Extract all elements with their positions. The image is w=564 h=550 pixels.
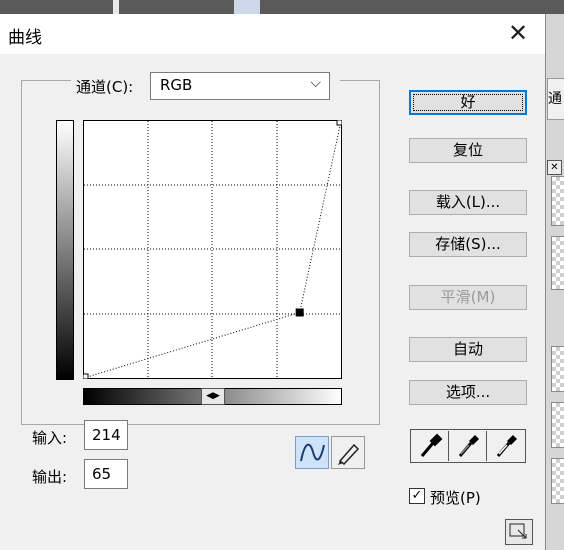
layer-thumbnail [551, 458, 564, 504]
background-app-topbar [0, 0, 564, 14]
gray-eyedropper-icon[interactable] [449, 431, 487, 461]
reset-button[interactable]: 复位 [409, 138, 527, 163]
dialog-title: 曲线 [8, 28, 42, 48]
layer-thumbnail [551, 402, 564, 448]
curve-graph[interactable] [83, 120, 342, 379]
layer-thumbnail [551, 176, 564, 226]
white-eyedropper-icon[interactable] [487, 431, 524, 461]
background-strip [113, 0, 119, 14]
chevron-down-icon: ⌵ [310, 75, 321, 91]
output-label: 输出: [32, 468, 68, 486]
curve-point[interactable] [295, 308, 304, 317]
checkmark-icon: ✓ [411, 488, 423, 503]
gradient-toggle-icon[interactable]: ◀▶ [201, 388, 225, 405]
expand-icon[interactable] [505, 519, 533, 545]
output-field[interactable]: 65 [84, 459, 128, 489]
input-field[interactable]: 214 [84, 420, 128, 450]
curve-point[interactable] [336, 120, 342, 126]
title-bar: 曲线 ✕ [0, 14, 545, 54]
smooth-button[interactable]: 平滑(M) [409, 285, 527, 310]
ok-button[interactable]: 好 [409, 90, 527, 115]
auto-button[interactable]: 自动 [409, 337, 527, 362]
input-label: 输入: [32, 429, 68, 447]
channel-select[interactable]: RGB ⌵ [150, 72, 330, 100]
curve-icon[interactable] [295, 436, 329, 469]
focus-ring [413, 94, 523, 111]
black-eyedropper-icon[interactable] [411, 431, 449, 461]
curves-dialog: 曲线 ✕ 通道(C): RGB ⌵ ◀▶ 输入: 214 输出: 65 好 复位… [0, 14, 546, 550]
channel-value: RGB [160, 76, 193, 94]
pencil-icon[interactable] [331, 436, 365, 469]
graph-frame [83, 120, 342, 379]
curve-point[interactable] [83, 373, 89, 379]
channel-label: 通道(C): [76, 78, 134, 96]
background-panel-tab: 通 [547, 78, 564, 120]
preview-checkbox[interactable]: ✓ [409, 488, 425, 504]
save-button[interactable]: 存储(S)... [409, 232, 527, 257]
layer-thumbnail [551, 236, 564, 290]
layer-thumbnail [551, 346, 564, 392]
eyedropper-group [410, 429, 526, 463]
input-gradient-bar: ◀▶ [83, 388, 342, 405]
close-icon[interactable]: ✕ [503, 18, 533, 48]
load-button[interactable]: 载入(L)... [409, 190, 527, 215]
curve-tool-group [295, 436, 367, 470]
output-gradient-bar [56, 120, 74, 380]
options-button[interactable]: 选项... [409, 380, 527, 405]
background-strip [234, 0, 260, 14]
preview-label: 预览(P) [430, 489, 481, 507]
background-close-icon: ✕ [547, 160, 562, 175]
background-layers-panel: 通 ✕ [545, 14, 564, 550]
